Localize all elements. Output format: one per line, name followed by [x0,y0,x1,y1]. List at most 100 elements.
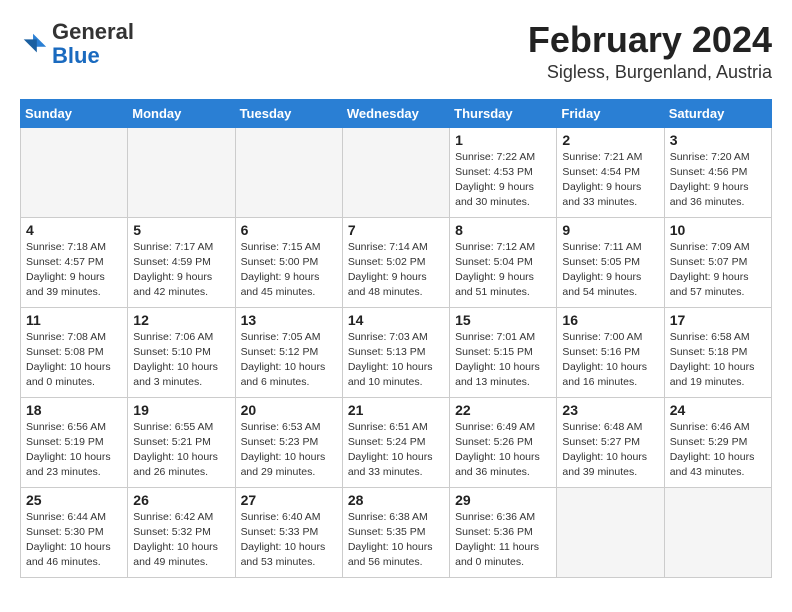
calendar-cell [128,127,235,217]
day-number: 24 [670,402,766,418]
day-info: Sunrise: 6:56 AMSunset: 5:19 PMDaylight:… [26,420,122,481]
day-info: Sunrise: 7:14 AMSunset: 5:02 PMDaylight:… [348,240,444,301]
calendar-cell: 24 Sunrise: 6:46 AMSunset: 5:29 PMDayligh… [664,397,771,487]
weekday-header-thursday: Thursday [450,99,557,127]
week-row-2: 4 Sunrise: 7:18 AMSunset: 4:57 PMDaylight… [21,217,772,307]
week-row-3: 11 Sunrise: 7:08 AMSunset: 5:08 PMDayligh… [21,307,772,397]
calendar-cell: 8 Sunrise: 7:12 AMSunset: 5:04 PMDaylight… [450,217,557,307]
day-info: Sunrise: 7:08 AMSunset: 5:08 PMDaylight:… [26,330,122,391]
calendar-cell: 20Sunrise: 6:53 AMSunset: 5:23 PMDayligh… [235,397,342,487]
day-number: 11 [26,312,122,328]
calendar-cell: 1Sunrise: 7:22 AMSunset: 4:53 PMDaylight… [450,127,557,217]
day-info: Sunrise: 7:18 AMSunset: 4:57 PMDaylight:… [26,240,122,301]
day-info: Sunrise: 6:53 AMSunset: 5:23 PMDaylight:… [241,420,337,481]
day-info: Sunrise: 6:40 AMSunset: 5:33 PMDaylight:… [241,510,337,571]
weekday-header-saturday: Saturday [664,99,771,127]
day-number: 12 [133,312,229,328]
calendar-cell: 29 Sunrise: 6:36 AMSunset: 5:36 PMDayligh… [450,487,557,577]
weekday-header-sunday: Sunday [21,99,128,127]
calendar-cell: 7 Sunrise: 7:14 AMSunset: 5:02 PMDaylight… [342,217,449,307]
day-number: 23 [562,402,658,418]
day-number: 6 [241,222,337,238]
location-title: Sigless, Burgenland, Austria [528,62,772,83]
day-number: 18 [26,402,122,418]
calendar-cell: 5 Sunrise: 7:17 AMSunset: 4:59 PMDaylight… [128,217,235,307]
day-info: Sunrise: 7:05 AMSunset: 5:12 PMDaylight:… [241,330,337,391]
page-header: General Blue February 2024 Sigless, Burg… [20,20,772,83]
calendar-cell: 27 Sunrise: 6:40 AMSunset: 5:33 PMDayligh… [235,487,342,577]
day-number: 25 [26,492,122,508]
calendar-table: SundayMondayTuesdayWednesdayThursdayFrid… [20,99,772,578]
logo-icon [20,30,48,58]
day-number: 29 [455,492,551,508]
day-info: Sunrise: 6:38 AMSunset: 5:35 PMDaylight:… [348,510,444,571]
day-number: 13 [241,312,337,328]
week-row-4: 18 Sunrise: 6:56 AMSunset: 5:19 PMDayligh… [21,397,772,487]
day-info: Sunrise: 6:58 AMSunset: 5:18 PMDaylight:… [670,330,766,391]
day-number: 9 [562,222,658,238]
day-number: 19 [133,402,229,418]
calendar-cell [342,127,449,217]
day-info: Sunrise: 7:17 AMSunset: 4:59 PMDaylight:… [133,240,229,301]
day-number: 10 [670,222,766,238]
weekday-header-friday: Friday [557,99,664,127]
calendar-cell: 25Sunrise: 6:44 AMSunset: 5:30 PMDayligh… [21,487,128,577]
title-block: February 2024 Sigless, Burgenland, Austr… [528,20,772,83]
calendar-cell: 19 Sunrise: 6:55 AMSunset: 5:21 PMDayligh… [128,397,235,487]
calendar-cell: 15Sunrise: 7:01 AMSunset: 5:15 PMDayligh… [450,307,557,397]
day-info: Sunrise: 7:00 AMSunset: 5:16 PMDaylight:… [562,330,658,391]
day-info: Sunrise: 7:12 AMSunset: 5:04 PMDaylight:… [455,240,551,301]
day-info: Sunrise: 6:49 AMSunset: 5:26 PMDaylight:… [455,420,551,481]
day-number: 21 [348,402,444,418]
weekday-header-tuesday: Tuesday [235,99,342,127]
logo: General Blue [20,20,134,68]
calendar-cell [235,127,342,217]
day-info: Sunrise: 7:11 AMSunset: 5:05 PMDaylight:… [562,240,658,301]
day-number: 26 [133,492,229,508]
calendar-cell: 11 Sunrise: 7:08 AMSunset: 5:08 PMDayligh… [21,307,128,397]
calendar-cell: 2 Sunrise: 7:21 AMSunset: 4:54 PMDaylight… [557,127,664,217]
day-number: 1 [455,132,551,148]
calendar-cell: 21 Sunrise: 6:51 AMSunset: 5:24 PMDayligh… [342,397,449,487]
day-info: Sunrise: 6:48 AMSunset: 5:27 PMDaylight:… [562,420,658,481]
day-info: Sunrise: 6:42 AMSunset: 5:32 PMDaylight:… [133,510,229,571]
day-info: Sunrise: 6:36 AMSunset: 5:36 PMDaylight:… [455,510,551,571]
calendar-cell: 22 Sunrise: 6:49 AMSunset: 5:26 PMDayligh… [450,397,557,487]
day-number: 7 [348,222,444,238]
day-number: 27 [241,492,337,508]
calendar-cell: 9 Sunrise: 7:11 AMSunset: 5:05 PMDaylight… [557,217,664,307]
weekday-header-wednesday: Wednesday [342,99,449,127]
month-title: February 2024 [528,20,772,60]
day-info: Sunrise: 6:55 AMSunset: 5:21 PMDaylight:… [133,420,229,481]
day-info: Sunrise: 6:51 AMSunset: 5:24 PMDaylight:… [348,420,444,481]
day-info: Sunrise: 7:21 AMSunset: 4:54 PMDaylight:… [562,150,658,211]
calendar-cell: 4 Sunrise: 7:18 AMSunset: 4:57 PMDaylight… [21,217,128,307]
calendar-cell: 13 Sunrise: 7:05 AMSunset: 5:12 PMDayligh… [235,307,342,397]
day-number: 22 [455,402,551,418]
weekday-header-monday: Monday [128,99,235,127]
calendar-cell: 3 Sunrise: 7:20 AMSunset: 4:56 PMDaylight… [664,127,771,217]
day-number: 28 [348,492,444,508]
weekday-header-row: SundayMondayTuesdayWednesdayThursdayFrid… [21,99,772,127]
week-row-5: 25Sunrise: 6:44 AMSunset: 5:30 PMDayligh… [21,487,772,577]
calendar-cell: 26 Sunrise: 6:42 AMSunset: 5:32 PMDayligh… [128,487,235,577]
day-number: 8 [455,222,551,238]
day-number: 16 [562,312,658,328]
calendar-cell: 10Sunrise: 7:09 AMSunset: 5:07 PMDayligh… [664,217,771,307]
calendar-cell: 6 Sunrise: 7:15 AMSunset: 5:00 PMDaylight… [235,217,342,307]
calendar-cell: 18 Sunrise: 6:56 AMSunset: 5:19 PMDayligh… [21,397,128,487]
day-info: Sunrise: 6:46 AMSunset: 5:29 PMDaylight:… [670,420,766,481]
day-info: Sunrise: 7:20 AMSunset: 4:56 PMDaylight:… [670,150,766,211]
day-number: 17 [670,312,766,328]
day-info: Sunrise: 7:06 AMSunset: 5:10 PMDaylight:… [133,330,229,391]
day-number: 3 [670,132,766,148]
logo-blue-text: Blue [52,43,100,68]
day-number: 2 [562,132,658,148]
day-info: Sunrise: 7:15 AMSunset: 5:00 PMDaylight:… [241,240,337,301]
calendar-cell [21,127,128,217]
day-number: 14 [348,312,444,328]
calendar-cell: 28 Sunrise: 6:38 AMSunset: 5:35 PMDayligh… [342,487,449,577]
day-number: 4 [26,222,122,238]
day-number: 5 [133,222,229,238]
calendar-cell: 23 Sunrise: 6:48 AMSunset: 5:27 PMDayligh… [557,397,664,487]
